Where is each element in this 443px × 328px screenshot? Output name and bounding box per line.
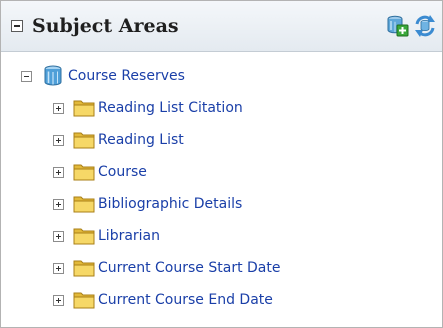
panel-title: Subject Areas	[32, 15, 179, 37]
tree-folder-label[interactable]: Librarian	[98, 227, 160, 246]
tree-folder-label[interactable]: Current Course End Date	[98, 291, 273, 310]
expand-node-toggle[interactable]	[53, 167, 64, 178]
tree-root-course-reserves[interactable]: Course Reserves	[1, 65, 442, 89]
expand-node-toggle[interactable]	[53, 199, 64, 210]
tree-folder-row[interactable]: Reading List	[1, 129, 442, 153]
folder-icon	[73, 161, 95, 183]
folder-icon	[73, 289, 95, 311]
collapse-node-toggle[interactable]	[21, 71, 32, 82]
tree-root-label[interactable]: Course Reserves	[68, 67, 185, 86]
tree-folder-label[interactable]: Reading List Citation	[98, 99, 243, 118]
expand-node-toggle[interactable]	[53, 295, 64, 306]
tree-folder-label[interactable]: Bibliographic Details	[98, 195, 242, 214]
add-subject-area-icon[interactable]	[385, 14, 409, 38]
subject-area-cylinder-icon	[42, 65, 64, 87]
expand-node-toggle[interactable]	[53, 263, 64, 274]
refresh-icon[interactable]	[413, 14, 437, 38]
folder-icon	[73, 225, 95, 247]
folder-icon	[73, 129, 95, 151]
folder-icon	[73, 193, 95, 215]
collapse-panel-toggle[interactable]	[11, 20, 23, 32]
tree-folder-label[interactable]: Reading List	[98, 131, 184, 150]
tree-folder-row[interactable]: Librarian	[1, 225, 442, 249]
expand-node-toggle[interactable]	[53, 231, 64, 242]
tree-folder-label[interactable]: Current Course Start Date	[98, 259, 280, 278]
folder-icon	[73, 257, 95, 279]
tree-folder-row[interactable]: Current Course Start Date	[1, 257, 442, 281]
tree-folder-label[interactable]: Course	[98, 163, 147, 182]
tree-folder-row[interactable]: Reading List Citation	[1, 97, 442, 121]
expand-node-toggle[interactable]	[53, 135, 64, 146]
panel-header: Subject Areas	[1, 1, 442, 52]
folder-icon	[73, 97, 95, 119]
tree-folder-row[interactable]: Current Course End Date	[1, 289, 442, 313]
subject-areas-panel: Subject Areas Course Reserves Reading Li…	[0, 0, 443, 328]
tree-folder-row[interactable]: Bibliographic Details	[1, 193, 442, 217]
expand-node-toggle[interactable]	[53, 103, 64, 114]
tree-folder-row[interactable]: Course	[1, 161, 442, 185]
